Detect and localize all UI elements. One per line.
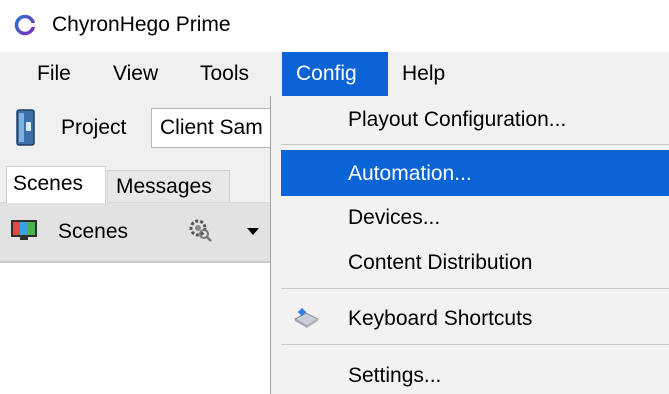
menu-view[interactable]: View bbox=[101, 52, 170, 96]
tab-messages[interactable]: Messages bbox=[107, 170, 230, 202]
menu-tools[interactable]: Tools bbox=[188, 52, 261, 96]
menu-separator bbox=[281, 144, 669, 145]
menu-item-keyboard-shortcuts[interactable]: Keyboard Shortcuts bbox=[348, 307, 532, 331]
scenes-label[interactable]: Scenes bbox=[58, 220, 128, 244]
keyboard-icon bbox=[293, 308, 320, 328]
menu-item-automation[interactable]: Automation... bbox=[348, 162, 472, 186]
menu-item-playout-configuration[interactable]: Playout Configuration... bbox=[348, 108, 566, 132]
scenes-toolbar bbox=[0, 203, 282, 261]
menu-item-highlight bbox=[281, 150, 669, 196]
gear-icon[interactable] bbox=[187, 217, 213, 243]
menu-item-settings[interactable]: Settings... bbox=[348, 364, 441, 388]
menu-help[interactable]: Help bbox=[388, 52, 459, 96]
project-label: Project bbox=[61, 116, 127, 139]
divider bbox=[0, 261, 282, 263]
menu-item-devices[interactable]: Devices... bbox=[348, 206, 440, 230]
tab-scenes[interactable]: Scenes bbox=[6, 166, 106, 203]
config-dropdown-menu bbox=[270, 96, 669, 394]
menu-item-content-distribution[interactable]: Content Distribution bbox=[348, 251, 532, 275]
menu-separator bbox=[281, 344, 669, 345]
project-select-value: Client Sam bbox=[160, 116, 263, 139]
dropdown-arrow-icon[interactable] bbox=[247, 228, 259, 235]
project-book-icon bbox=[16, 109, 35, 146]
chyronhego-logo-icon bbox=[14, 14, 36, 36]
menu-separator bbox=[281, 288, 669, 289]
scenes-icon bbox=[11, 220, 37, 240]
menu-file[interactable]: File bbox=[26, 52, 82, 96]
menu-config[interactable]: Config bbox=[282, 52, 388, 96]
project-select[interactable]: Client Sam bbox=[151, 108, 282, 148]
app-title: ChyronHego Prime bbox=[52, 13, 231, 36]
